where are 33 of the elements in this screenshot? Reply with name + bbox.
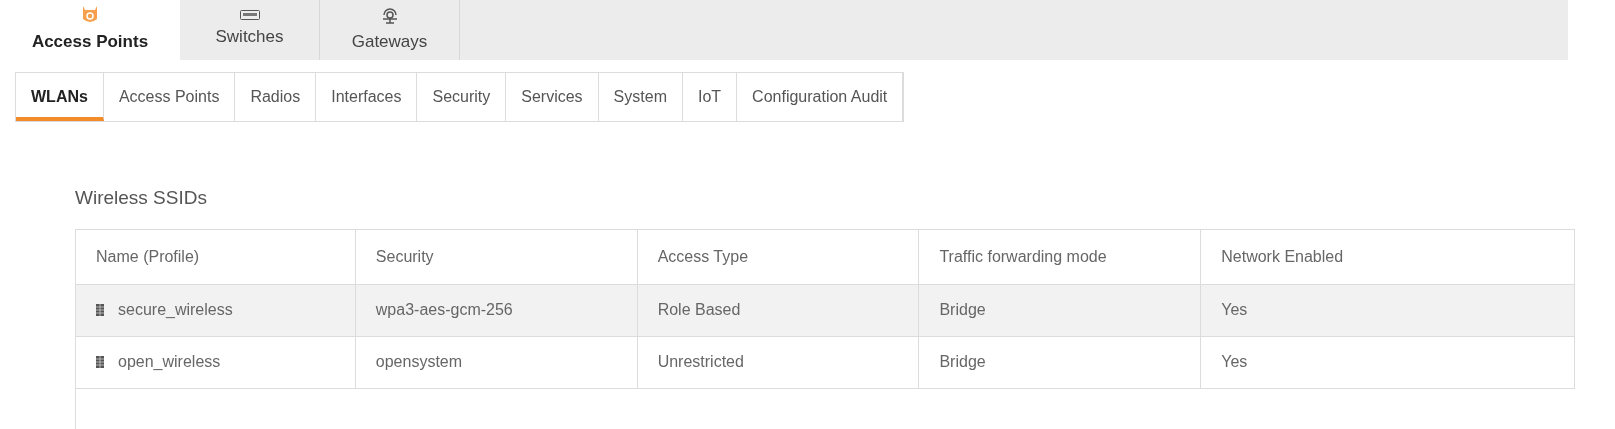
column-header: Security — [355, 229, 638, 284]
sub-tab[interactable]: System — [598, 73, 683, 121]
device-tab[interactable]: Switches — [180, 0, 320, 60]
table-cell-text: Yes — [1221, 352, 1248, 372]
sub-tab[interactable]: WLANs — [16, 73, 104, 121]
column-header: Access Type — [637, 229, 920, 284]
sub-tab[interactable]: IoT — [682, 73, 738, 121]
section-title: Wireless SSIDs — [75, 186, 207, 210]
column-header: Network Enabled — [1201, 229, 1575, 284]
table-cell-text: secure_wireless — [118, 300, 233, 320]
table-cell-text: Bridge — [939, 300, 986, 320]
sub-tab[interactable]: Access Points — [103, 73, 236, 121]
sub-tab[interactable]: Interfaces — [316, 73, 418, 121]
table-cell-text: wpa3-aes-gcm-256 — [375, 300, 513, 320]
sub-tab[interactable]: Services — [506, 73, 599, 121]
switch-icon — [239, 10, 260, 21]
table-cell-text: Yes — [1221, 300, 1248, 320]
sub-tab[interactable]: Configuration Audit — [737, 73, 904, 121]
table-cell-text: Unrestricted — [657, 352, 744, 372]
column-header: Traffic forwarding mode — [919, 229, 1202, 284]
column-header: Name (Profile) — [76, 229, 356, 284]
table-cell-text: Role Based — [657, 300, 741, 320]
grip-icon[interactable] — [96, 304, 104, 316]
device-tab[interactable]: Access Points — [0, 0, 180, 60]
sub-tab[interactable]: Security — [417, 73, 507, 121]
grip-icon[interactable] — [96, 356, 104, 368]
table-row[interactable]: open_wireless opensystem Unrestricted Bridge Yes — [76, 336, 1575, 389]
sub-tab[interactable]: Radios — [235, 73, 317, 121]
table-cell-text: open_wireless — [118, 352, 221, 372]
table-row[interactable]: secure_wireless wpa3-aes-gcm-256 Role Based Bridge Yes — [76, 284, 1575, 337]
device-tab[interactable]: Gateways — [320, 0, 460, 60]
table-cell-text: opensystem — [375, 352, 463, 372]
table-cell-text: Bridge — [939, 352, 986, 372]
